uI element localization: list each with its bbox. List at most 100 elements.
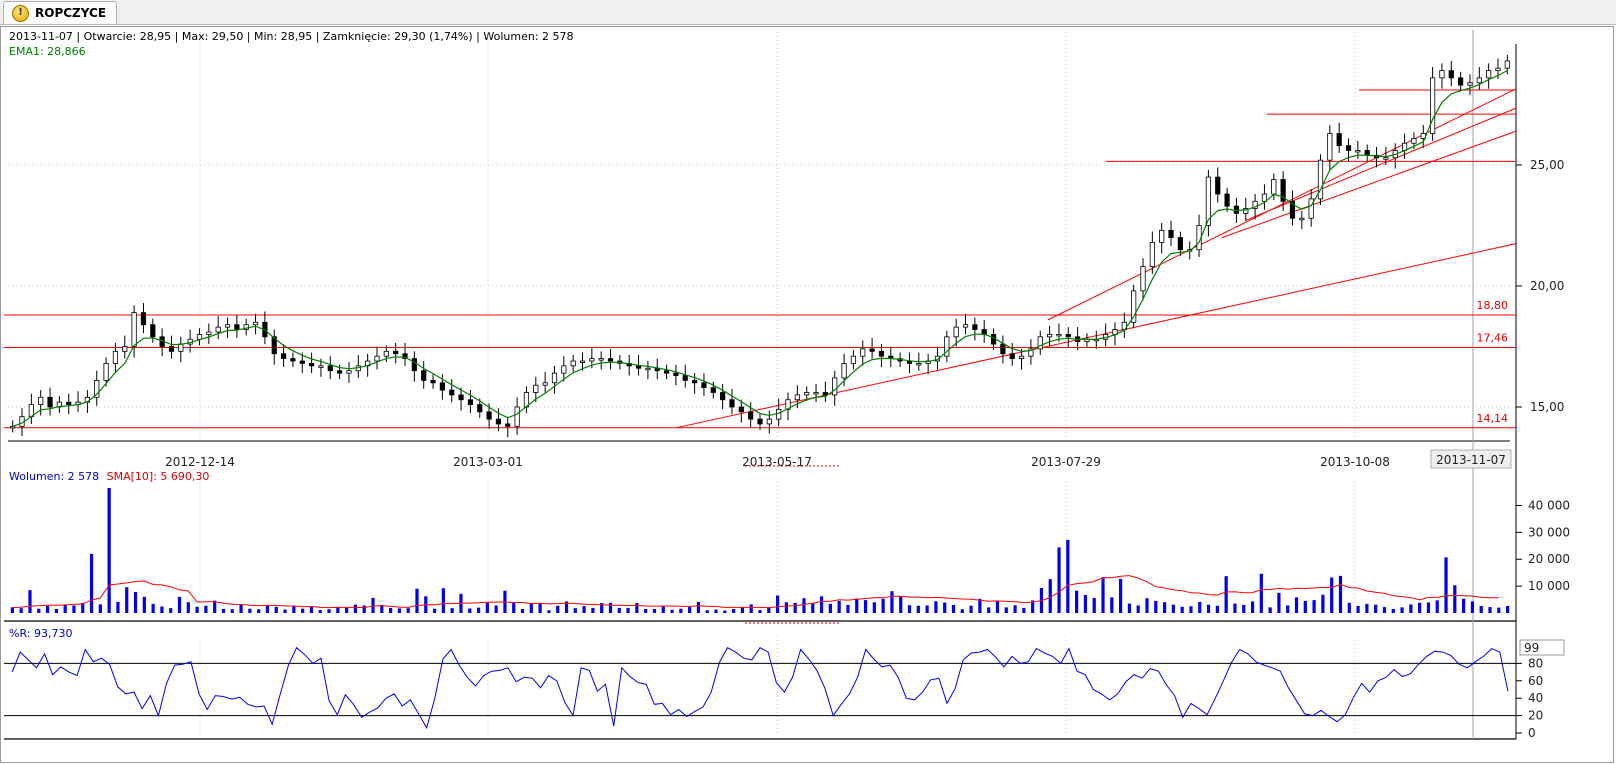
wr-current-value: 99 xyxy=(1524,641,1539,655)
volume-bar xyxy=(626,607,630,613)
volume-bar xyxy=(327,609,331,613)
volume-bar xyxy=(345,607,349,613)
volume-bar xyxy=(819,596,824,613)
volume-bar xyxy=(696,601,701,613)
volume-bar xyxy=(406,608,410,613)
volume-bar xyxy=(652,608,657,613)
candle xyxy=(916,363,922,366)
candle xyxy=(393,350,399,355)
candle xyxy=(309,363,315,367)
volume-bar xyxy=(1347,602,1351,613)
volume-bar xyxy=(907,605,912,613)
candle xyxy=(542,382,548,386)
trend-line xyxy=(1221,130,1517,239)
volume-bar xyxy=(388,607,393,613)
candle xyxy=(1140,266,1146,292)
volume-bar xyxy=(81,603,85,613)
volume-bar xyxy=(978,598,982,613)
volume-bar xyxy=(1294,597,1299,613)
volume-bar xyxy=(582,606,586,613)
candle xyxy=(804,392,810,396)
volume-bar xyxy=(617,607,621,613)
volume-bar xyxy=(1180,606,1184,613)
candle xyxy=(551,372,558,384)
volume-bar xyxy=(573,608,577,613)
volume-bar xyxy=(283,609,287,613)
volume-bar xyxy=(450,608,454,613)
volume-bar xyxy=(1426,602,1431,613)
volume-bar xyxy=(556,605,560,613)
candle xyxy=(710,387,716,393)
candle xyxy=(1458,77,1464,86)
candle xyxy=(748,411,754,420)
volume-bar xyxy=(1101,577,1105,613)
candle xyxy=(682,375,688,381)
volume-bar xyxy=(1022,607,1026,613)
candle xyxy=(327,365,333,372)
volume-bar xyxy=(881,598,885,613)
candle xyxy=(1009,353,1015,360)
volume-bar xyxy=(1391,608,1395,613)
volume-bar xyxy=(644,608,648,613)
volume-bar xyxy=(775,595,780,613)
candle xyxy=(663,370,670,374)
candle xyxy=(421,370,427,381)
volume-bar xyxy=(767,607,771,613)
volume-bar xyxy=(837,600,841,613)
chart-canvas[interactable]: 15,00 20,00 25,00 2012-12-14 2013-03-01 2013-… xyxy=(0,0,1616,764)
volume-bar xyxy=(485,602,489,613)
volume-bar xyxy=(846,604,850,613)
volume-bar xyxy=(1303,600,1307,613)
candle xyxy=(1308,198,1314,219)
level-label: 17,46 xyxy=(1477,331,1509,344)
candle xyxy=(168,346,175,352)
candle xyxy=(598,358,604,361)
volume-bar xyxy=(1453,585,1457,613)
volume-bar xyxy=(1189,606,1193,613)
volume-bar xyxy=(969,605,973,613)
volume-bar xyxy=(1418,602,1422,613)
candle xyxy=(850,355,857,364)
candle xyxy=(215,326,221,333)
volume-bar xyxy=(133,592,138,613)
candle xyxy=(1271,179,1277,195)
volume-bar xyxy=(1312,600,1316,613)
volume-bar xyxy=(45,606,50,613)
candle xyxy=(1168,229,1174,238)
candle xyxy=(1448,70,1454,79)
volume-bar xyxy=(758,610,762,613)
volume-bar xyxy=(301,608,305,613)
candle xyxy=(1336,133,1342,147)
volume-bar xyxy=(1365,603,1369,613)
volume-bar xyxy=(1444,557,1448,613)
candle xyxy=(1000,343,1006,355)
candle xyxy=(1177,237,1183,251)
volume-bar xyxy=(37,608,41,613)
candle xyxy=(1495,67,1501,72)
volume-bar xyxy=(714,609,718,613)
volume-bar xyxy=(318,610,322,613)
volume-bar xyxy=(415,588,419,613)
volume-bar xyxy=(230,609,234,613)
volume-bar xyxy=(72,605,76,613)
candle xyxy=(645,367,651,371)
candle xyxy=(290,358,296,362)
candle xyxy=(813,392,819,395)
volume-bar xyxy=(916,605,920,613)
level-label: 14,14 xyxy=(1477,412,1509,425)
candle xyxy=(131,312,137,347)
date-label: 2013-05-17 xyxy=(742,455,812,469)
volume-bar xyxy=(688,607,692,613)
volume-bar xyxy=(1162,602,1167,613)
volume-bar xyxy=(520,608,525,613)
candle xyxy=(299,360,305,364)
candle xyxy=(794,394,800,401)
candle xyxy=(1486,70,1492,79)
volume-bar xyxy=(1233,603,1237,613)
volume-bar xyxy=(98,604,102,613)
candle xyxy=(972,324,978,330)
candle xyxy=(458,394,464,401)
candle xyxy=(10,425,16,429)
volume-axis-label: 30 000 xyxy=(1528,525,1570,539)
volume-bar xyxy=(353,604,358,613)
